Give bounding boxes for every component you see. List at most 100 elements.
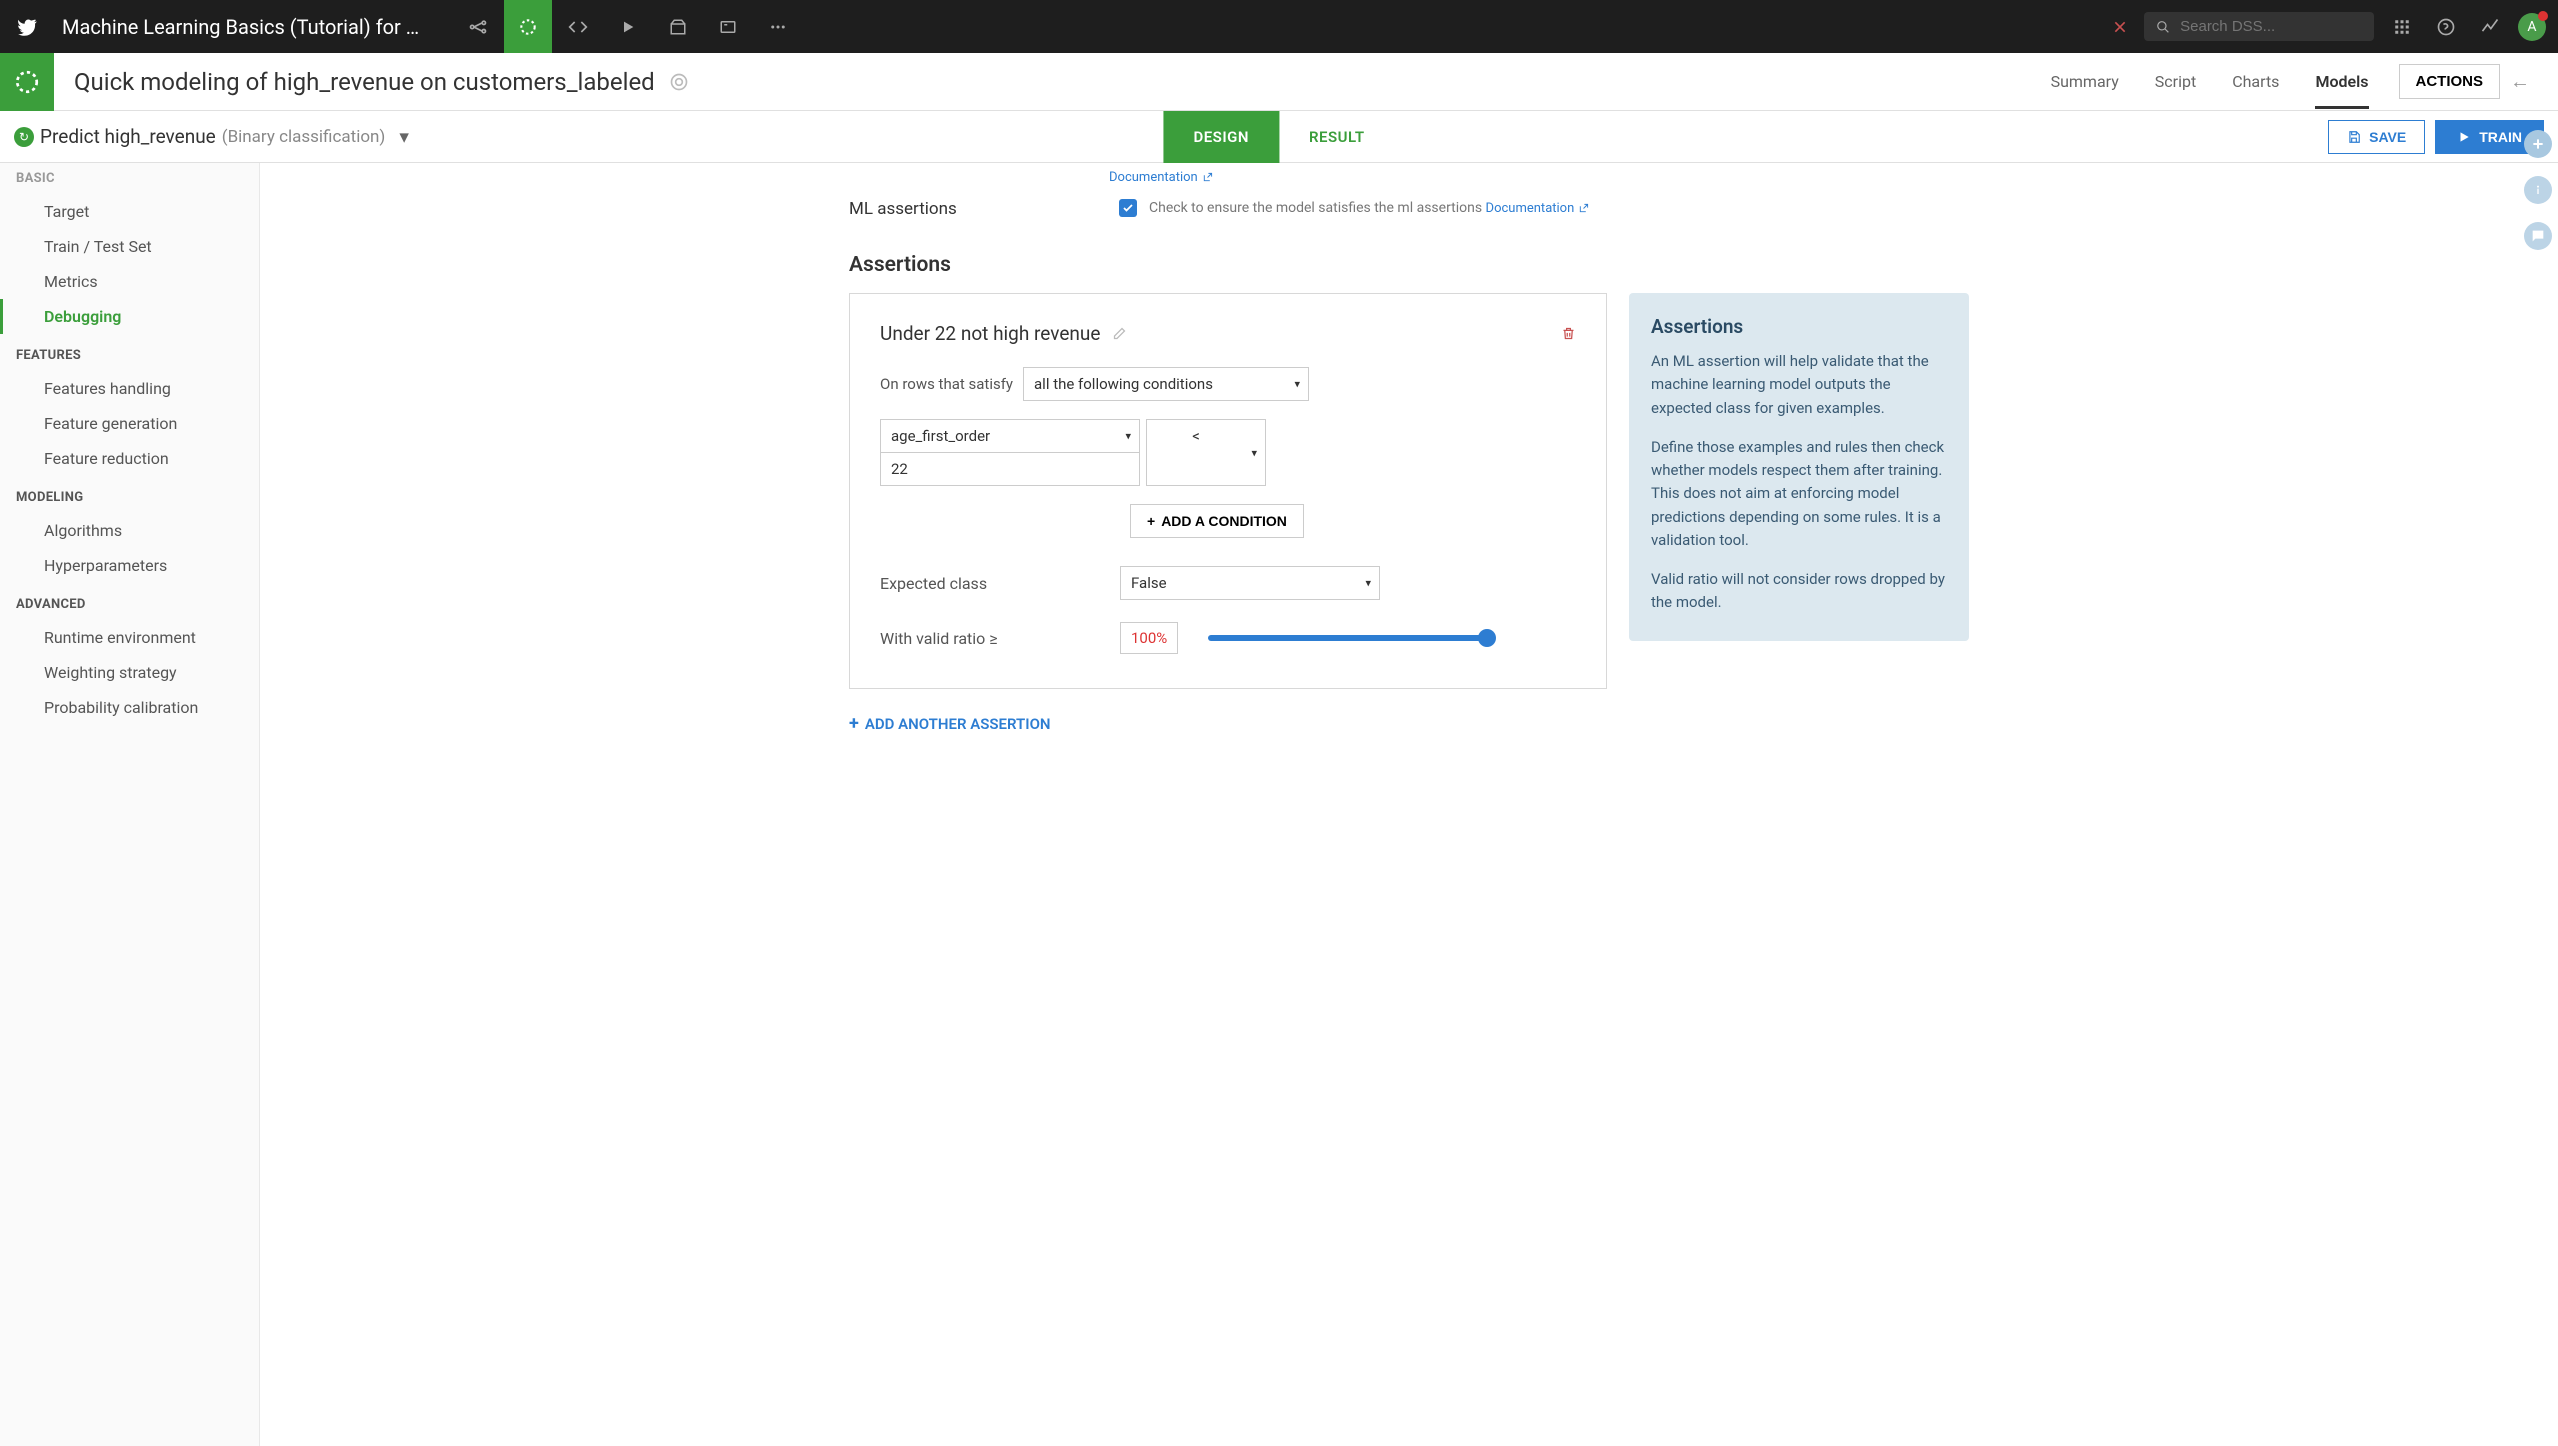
project-title[interactable]: Machine Learning Basics (Tutorial) for A…	[54, 15, 434, 39]
sb-section-features: FEATURES	[0, 334, 259, 371]
condition-operator-select[interactable]: <	[1146, 419, 1266, 486]
satisfy-mode-select[interactable]: all the following conditions	[1023, 367, 1309, 401]
rail-info-icon[interactable]	[2524, 176, 2552, 204]
page-title-wrap: Quick modeling of high_revenue on custom…	[54, 68, 2051, 96]
more-icon[interactable]	[754, 0, 802, 53]
search-icon	[2156, 19, 2170, 35]
rail-chat-icon[interactable]	[2524, 222, 2552, 250]
train-label: TRAIN	[2479, 129, 2522, 145]
sb-section-advanced: ADVANCED	[0, 583, 259, 620]
search-input[interactable]	[2180, 18, 2362, 35]
save-button[interactable]: SAVE	[2328, 120, 2425, 154]
sb-feature-generation[interactable]: Feature generation	[0, 406, 259, 441]
lab-icon[interactable]	[504, 0, 552, 53]
help-icon[interactable]	[2430, 0, 2462, 53]
add-condition-button[interactable]: + ADD A CONDITION	[1130, 504, 1304, 538]
ml-assertions-row: ML assertions Check to ensure the model …	[849, 185, 1969, 233]
ml-assertions-label: ML assertions	[849, 199, 1089, 219]
sb-runtime-env[interactable]: Runtime environment	[0, 620, 259, 655]
add-another-assertion[interactable]: + ADD ANOTHER ASSERTION	[849, 713, 1051, 734]
expected-class-label: Expected class	[880, 574, 1090, 593]
topbar-nav-icons	[454, 0, 802, 53]
tab-charts[interactable]: Charts	[2232, 54, 2279, 109]
bird-logo[interactable]	[0, 0, 54, 53]
sb-prob-calibration[interactable]: Probability calibration	[0, 690, 259, 725]
sb-target[interactable]: Target	[0, 194, 259, 229]
info-panel: Assertions An ML assertion will help val…	[1629, 293, 1969, 641]
condition-row: age_first_order 22 <	[880, 419, 1576, 486]
assertions-heading: Assertions	[849, 233, 1969, 293]
sub-tabs: Summary Script Charts Models	[2051, 54, 2369, 109]
sb-weighting[interactable]: Weighting strategy	[0, 655, 259, 690]
breadcrumb[interactable]: ↻ Predict high_revenue (Binary classific…	[14, 125, 409, 148]
info-p1: An ML assertion will help validate that …	[1651, 350, 1947, 420]
content: Documentation ML assertions Check to ens…	[260, 163, 2558, 1446]
chevron-down-icon[interactable]: ▾	[399, 125, 409, 148]
dashboard-icon[interactable]	[654, 0, 702, 53]
valid-ratio-input[interactable]: 100%	[1120, 622, 1178, 654]
doc-link-top[interactable]: Documentation	[1109, 170, 1213, 185]
sb-train-test[interactable]: Train / Test Set	[0, 229, 259, 264]
plus-icon: +	[849, 713, 859, 734]
rows-satisfy-label: On rows that satisfy	[880, 375, 1013, 393]
tab-summary[interactable]: Summary	[2051, 54, 2119, 109]
sb-debugging[interactable]: Debugging	[0, 299, 259, 334]
condition-field-select[interactable]: age_first_order	[880, 419, 1140, 453]
crumb-actions: SAVE TRAIN	[2328, 120, 2544, 154]
apps-grid-icon[interactable]	[2386, 0, 2418, 53]
play-icon[interactable]	[604, 0, 652, 53]
assertion-card: Under 22 not high revenue On rows that s…	[849, 293, 1607, 689]
crumbbar: ↻ Predict high_revenue (Binary classific…	[0, 111, 2558, 163]
sb-features-handling[interactable]: Features handling	[0, 371, 259, 406]
actions-button[interactable]: ACTIONS	[2399, 64, 2501, 99]
info-p3: Valid ratio will not consider rows dropp…	[1651, 568, 1947, 615]
subheader: Quick modeling of high_revenue on custom…	[0, 53, 2558, 111]
search-box[interactable]	[2144, 12, 2374, 41]
add-condition-label: ADD A CONDITION	[1161, 513, 1287, 529]
edit-icon[interactable]	[1112, 326, 1127, 341]
tab-design[interactable]: DESIGN	[1163, 111, 1279, 163]
doc-link-inline[interactable]: Documentation	[1486, 201, 1590, 216]
slider-thumb[interactable]	[1478, 629, 1496, 647]
condition-value-input[interactable]: 22	[880, 452, 1140, 486]
tab-models[interactable]: Models	[2315, 54, 2368, 109]
sb-metrics[interactable]: Metrics	[0, 264, 259, 299]
topbar-right: A	[2144, 0, 2558, 53]
external-link-icon	[1202, 172, 1213, 183]
recipe-logo[interactable]	[0, 53, 54, 111]
sb-feature-reduction[interactable]: Feature reduction	[0, 441, 259, 476]
back-arrow-icon[interactable]: ←	[2500, 69, 2540, 94]
right-rail	[2524, 130, 2552, 250]
predict-label: Predict high_revenue	[40, 125, 216, 148]
sb-algorithms[interactable]: Algorithms	[0, 513, 259, 548]
sidebar: BASIC Target Train / Test Set Metrics De…	[0, 163, 260, 1446]
add-another-label: ADD ANOTHER ASSERTION	[865, 715, 1051, 733]
target-icon	[669, 72, 689, 92]
expected-class-select[interactable]: False	[1120, 566, 1380, 600]
activity-icon[interactable]	[2474, 0, 2506, 53]
save-icon	[2347, 130, 2361, 144]
notification-dot	[2538, 11, 2548, 21]
code-icon[interactable]	[554, 0, 602, 53]
ml-assertions-text: Check to ensure the model satisfies the …	[1149, 200, 1589, 216]
avatar[interactable]: A	[2518, 13, 2546, 41]
app-icon[interactable]	[704, 0, 752, 53]
avatar-letter: A	[2527, 19, 2536, 35]
valid-ratio-slider[interactable]	[1208, 635, 1488, 641]
trash-icon[interactable]	[1561, 326, 1576, 341]
play-icon	[2457, 130, 2471, 144]
ml-assertions-checkbox[interactable]	[1119, 199, 1137, 217]
tab-script[interactable]: Script	[2155, 54, 2196, 109]
save-label: SAVE	[2369, 129, 2406, 145]
design-result-tabs: DESIGN RESULT	[1163, 111, 1394, 163]
flow-icon[interactable]	[454, 0, 502, 53]
main: BASIC Target Train / Test Set Metrics De…	[0, 163, 2558, 1446]
tab-result[interactable]: RESULT	[1279, 111, 1395, 163]
predict-badge-icon: ↻	[14, 127, 34, 147]
info-p2: Define those examples and rules then che…	[1651, 436, 1947, 552]
close-icon[interactable]	[2096, 19, 2144, 35]
assertion-title: Under 22 not high revenue	[880, 322, 1100, 345]
sb-hyperparams[interactable]: Hyperparameters	[0, 548, 259, 583]
rail-add-icon[interactable]	[2524, 130, 2552, 158]
valid-ratio-label: With valid ratio ≥	[880, 629, 1090, 648]
